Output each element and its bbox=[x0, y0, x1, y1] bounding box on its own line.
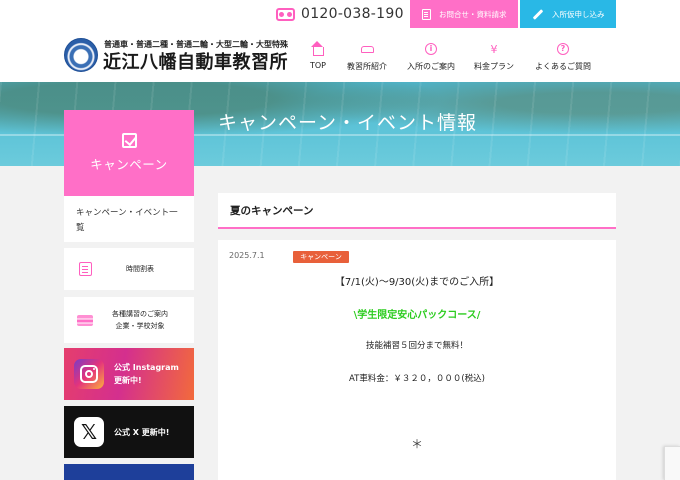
pen-icon bbox=[532, 8, 544, 20]
question-icon: ? bbox=[556, 42, 570, 56]
post-body: 2025.7.1 キャンペーン 【7/1(火)〜9/30(火)までのご入所】 \… bbox=[218, 240, 616, 480]
post-asterisk: ＊ bbox=[410, 437, 423, 451]
checkbox-icon bbox=[121, 133, 137, 148]
sidebar-card-line: 企業・学校対象 bbox=[115, 322, 165, 330]
apply-button[interactable]: 入所仮申し込み bbox=[520, 0, 616, 28]
nav-label: よくあるご質問 bbox=[535, 62, 591, 71]
post-price: AT車料金：￥３２０，０００(税込) bbox=[349, 374, 485, 384]
schedule-icon bbox=[76, 260, 94, 278]
nav-label: 入所のご案内 bbox=[407, 62, 455, 71]
sidebar-heading: キャンペーン bbox=[64, 110, 194, 196]
sidebar-heading-label: キャンペーン bbox=[90, 157, 168, 172]
post-date: 2025.7.1 bbox=[229, 251, 265, 260]
post-title: 夏のキャンペーン bbox=[218, 193, 616, 229]
phone-number: 0120-038-190 bbox=[301, 6, 404, 22]
nav-label: TOP bbox=[309, 61, 326, 70]
post-text: 技能補習５回分まで無料！ bbox=[365, 341, 468, 351]
sidebar-card-line: 各種講習のご案内 bbox=[112, 310, 168, 318]
instagram-banner[interactable]: 公式 Instagram 更新中! bbox=[64, 348, 194, 400]
nav-item-pricing[interactable]: ¥ 料金プラン bbox=[472, 42, 516, 76]
nav-item-faq[interactable]: ? よくあるご質問 bbox=[532, 42, 594, 76]
post-period: 【7/1(火)〜9/30(火)までのご入所】 bbox=[334, 277, 500, 288]
home-icon bbox=[311, 40, 325, 56]
sidebar-link-campaign-list[interactable]: キャンペーン・イベント一覧 bbox=[64, 196, 194, 242]
banner-line: 公式 Instagram bbox=[114, 363, 179, 372]
info-icon: i bbox=[424, 42, 438, 56]
site-title[interactable]: 近江八幡自動車教習所 bbox=[103, 48, 288, 74]
nav-label: 教習所紹介 bbox=[347, 62, 387, 71]
top-bar: 0120-038-190 お問合せ・資料請求 入所仮申し込み bbox=[0, 0, 680, 28]
document-icon bbox=[422, 8, 431, 20]
category-tag[interactable]: キャンペーン bbox=[293, 251, 349, 263]
phone-icon bbox=[276, 7, 295, 21]
yen-icon: ¥ bbox=[490, 42, 498, 56]
nav-label: 料金プラン bbox=[474, 62, 514, 71]
inquiry-button-label: お問合せ・資料請求 bbox=[439, 9, 507, 19]
sidebar-card-label: 各種講習のご案内 企業・学校対象 bbox=[94, 308, 194, 332]
nav-item-admission[interactable]: i 入所のご案内 bbox=[404, 42, 458, 76]
instagram-icon bbox=[74, 359, 104, 389]
sidebar-banner-blue[interactable] bbox=[64, 464, 194, 480]
nav-item-top[interactable]: TOP bbox=[306, 40, 330, 76]
car-icon bbox=[360, 42, 374, 56]
x-logo-icon: 𝕏 bbox=[74, 417, 104, 447]
sidebar-card-timetable[interactable]: 時間割表 bbox=[64, 248, 194, 290]
nav-item-about[interactable]: 教習所紹介 bbox=[344, 42, 390, 76]
banner-line: 更新中! bbox=[114, 376, 142, 385]
inquiry-button[interactable]: お問合せ・資料請求 bbox=[410, 0, 518, 28]
books-icon bbox=[76, 311, 94, 329]
apply-button-label: 入所仮申し込み bbox=[552, 9, 605, 19]
page-title: キャンペーン・イベント情報 bbox=[218, 112, 478, 134]
x-banner[interactable]: 𝕏 公式 X 更新中! bbox=[64, 406, 194, 458]
sidebar-card-label: 時間割表 bbox=[126, 265, 154, 273]
x-banner-text: 公式 X 更新中! bbox=[114, 427, 170, 437]
recaptcha-badge[interactable] bbox=[664, 446, 680, 480]
sidebar-card-courses[interactable]: 各種講習のご案内 企業・学校対象 bbox=[64, 297, 194, 343]
site-header: 普通車・普通二種・普通二輪・大型二輪・大型特殊 近江八幡自動車教習所 TOP 教… bbox=[0, 28, 680, 82]
instagram-banner-text: 公式 Instagram 更新中! bbox=[114, 361, 179, 387]
post-highlight: \学生限定安心パックコース/ bbox=[353, 310, 481, 321]
phone-contact[interactable]: 0120-038-190 bbox=[276, 4, 404, 24]
school-logo-icon[interactable] bbox=[64, 38, 98, 72]
